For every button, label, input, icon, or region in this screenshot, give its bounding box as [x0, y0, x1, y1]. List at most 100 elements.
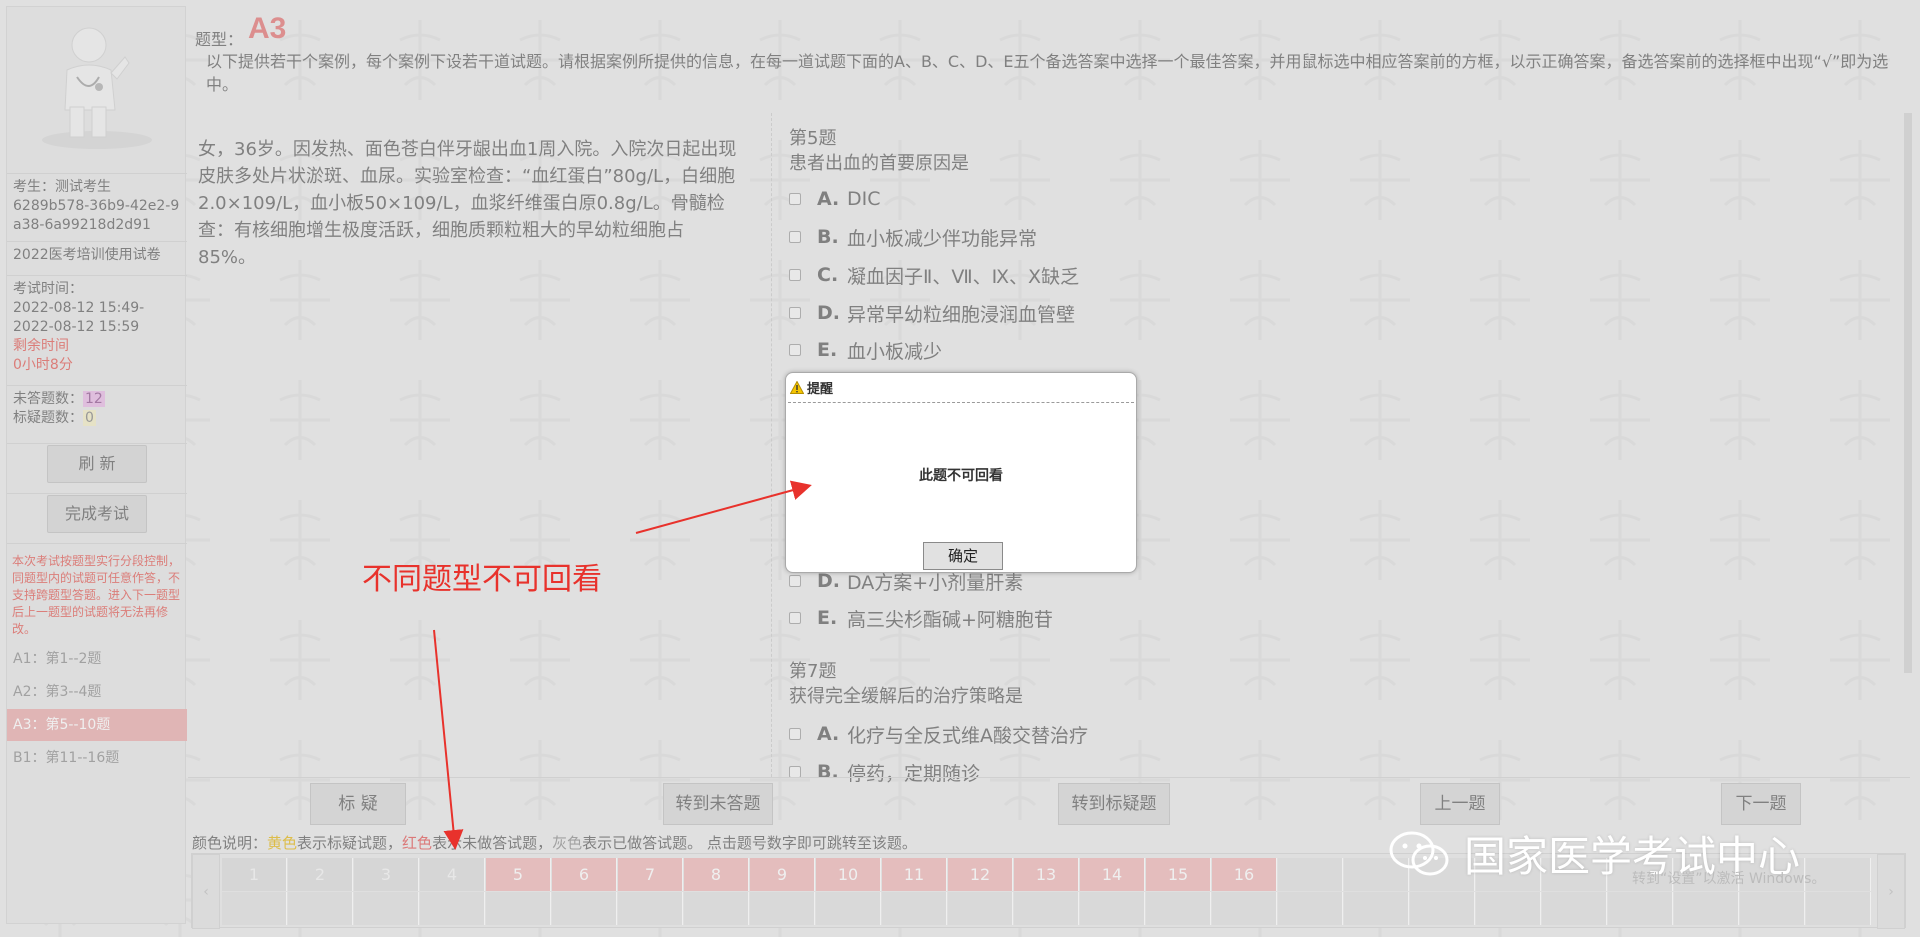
question-number-cell-empty: [1740, 892, 1805, 925]
question-number-cell-empty: [816, 892, 881, 925]
question-number-cell-empty: [1542, 892, 1607, 925]
flag-button[interactable]: 标 疑: [310, 783, 406, 825]
question-number-cell[interactable]: 7: [618, 858, 683, 891]
prev-question-button[interactable]: 上一题: [1420, 783, 1500, 825]
divider: [7, 493, 187, 494]
question-number-cell[interactable]: 10: [816, 858, 881, 891]
option-letter: E.: [817, 607, 838, 629]
question-number-cell[interactable]: 4: [420, 858, 485, 891]
unanswered-label: 未答题数：: [13, 391, 83, 407]
checkbox[interactable]: [789, 193, 801, 205]
option-text: 化疗与全反式维A酸交替治疗: [847, 724, 1088, 747]
question-number-cell[interactable]: 11: [882, 858, 947, 891]
question-number-cell[interactable]: 15: [1146, 858, 1211, 891]
question-number-cell[interactable]: 2: [288, 858, 353, 891]
q7-option-a[interactable]: A. 化疗与全反式维A酸交替治疗: [789, 721, 1088, 747]
wechat-icon: [1389, 831, 1449, 875]
next-question-button[interactable]: 下一题: [1721, 783, 1801, 825]
goto-unanswered-button[interactable]: 转到未答题: [663, 783, 773, 825]
case-text: 女，36岁。因发热、面色苍白伴牙龈出血1周入院。入院次日起出现皮肤多处片状淤斑、…: [198, 139, 737, 268]
question-number-cell[interactable]: 5: [486, 858, 551, 891]
dialog-title-divider: [788, 402, 1134, 403]
question-number-cell[interactable]: 13: [1014, 858, 1079, 891]
question-number-cell-empty: [1146, 892, 1211, 925]
legend-yellow: 黄色: [267, 834, 298, 852]
remaining-value: 0小时8分: [13, 357, 73, 373]
q5-option-c[interactable]: C. 凝血因子Ⅱ、Ⅶ、Ⅸ、Ⅹ缺乏: [789, 262, 1079, 288]
unanswered-count: 12: [83, 391, 105, 407]
color-legend: 颜色说明：黄色表示标疑试题，红色表示未做答试题，灰色表示已做答试题。 点击题号数…: [192, 832, 917, 853]
checkbox[interactable]: [789, 307, 801, 319]
legend-prefix: 颜色说明：: [192, 834, 268, 852]
question-7-stem: 获得完全缓解后的治疗策略是: [789, 686, 1023, 707]
divider: [7, 443, 187, 444]
option-text: 异常早幼粒细胞浸润血管壁: [847, 303, 1076, 326]
warning-icon: [790, 381, 804, 394]
question-number-cell[interactable]: 3: [354, 858, 419, 891]
dialog-title-text: 提醒: [807, 382, 834, 397]
question-number-cell[interactable]: 6: [552, 858, 617, 891]
question-number-cell[interactable]: 16: [1212, 858, 1277, 891]
question-number-cell[interactable]: 1: [222, 858, 287, 891]
q6-option-e[interactable]: E. 高三尖杉酯碱+阿糖胞苷: [789, 605, 1053, 631]
question-number-cell-empty: [288, 892, 353, 925]
checkbox[interactable]: [789, 269, 801, 281]
question-number-cell[interactable]: 12: [948, 858, 1013, 891]
grid-next-arrow[interactable]: ›: [1877, 854, 1905, 929]
checkbox[interactable]: [789, 575, 801, 587]
question-number-cell-empty: [1674, 892, 1739, 925]
grid-prev-arrow[interactable]: ‹: [192, 854, 220, 929]
option-letter: B.: [817, 761, 839, 783]
examinee-id: 6289b578-36b9-42e2-9a38-6a99218d2d91: [13, 198, 180, 233]
option-letter: A.: [817, 723, 840, 745]
question-number-cell-empty: [750, 892, 815, 925]
content-divider: [771, 113, 772, 777]
question-number-cell-empty: [354, 892, 419, 925]
question-number-cell-empty: [684, 892, 749, 925]
q5-option-a[interactable]: A. DIC: [789, 186, 881, 212]
refresh-button[interactable]: 刷 新: [47, 445, 147, 483]
alert-dialog: 提醒 此题不可回看 确定: [785, 372, 1137, 573]
question-number-cell-empty: [882, 892, 947, 925]
question-number-cell-empty: [1344, 892, 1409, 925]
section-a1[interactable]: A1：第1--2题: [7, 643, 187, 675]
sidebar: 考生：测试考生 6289b578-36b9-42e2-9a38-6a99218d…: [6, 6, 187, 924]
question-number-cell[interactable]: 8: [684, 858, 749, 891]
section-a2[interactable]: A2：第3--4题: [7, 676, 187, 708]
option-letter: E.: [817, 339, 838, 361]
checkbox[interactable]: [789, 344, 801, 356]
q5-option-b[interactable]: B. 血小板减少伴功能异常: [789, 224, 1037, 250]
exam-start: 2022-08-12 15:49-: [13, 300, 145, 316]
exam-time: 考试时间： 2022-08-12 15:49- 2022-08-12 15:59…: [7, 275, 187, 384]
divider: [7, 543, 187, 544]
question-number-cell-empty: [486, 892, 551, 925]
question-number-cell-empty: [222, 892, 287, 925]
option-text: 停药，定期随诊: [847, 762, 981, 785]
question-number-cell-empty: [948, 892, 1013, 925]
dialog-ok-button[interactable]: 确定: [923, 542, 1003, 570]
remaining-label: 剩余时间: [13, 338, 69, 354]
finish-exam-button[interactable]: 完成考试: [47, 495, 147, 533]
checkbox[interactable]: [789, 231, 801, 243]
question-5-title: 第5题: [789, 128, 837, 149]
question-number-cell[interactable]: 14: [1080, 858, 1145, 891]
q5-option-d[interactable]: D. 异常早幼粒细胞浸润血管壁: [789, 300, 1075, 326]
question-number-cell[interactable]: 9: [750, 858, 815, 891]
q5-option-e[interactable]: E. 血小板减少: [789, 337, 942, 363]
option-text: 血小板减少伴功能异常: [847, 227, 1038, 250]
instructions: 以下提供若干个案例，每个案例下设若干道试题。请根据案例所提供的信息，在每一道试题…: [206, 52, 1889, 94]
dialog-title: 提醒: [790, 378, 833, 397]
q7-option-b[interactable]: B. 停药，定期随诊: [789, 759, 980, 785]
scrollbar[interactable]: [1904, 113, 1912, 673]
option-letter: C.: [817, 264, 839, 286]
section-b1[interactable]: B1：第11--16题: [7, 742, 187, 774]
section-a3[interactable]: A3：第5--10题: [7, 709, 187, 741]
legend-yellow-desc: 表示标疑试题，: [297, 834, 403, 852]
checkbox[interactable]: [789, 612, 801, 624]
question-5-stem: 患者出血的首要原因是: [789, 153, 969, 174]
question-number-cell-empty: [1212, 892, 1277, 925]
exam-time-label: 考试时间：: [13, 281, 83, 297]
checkbox[interactable]: [789, 728, 801, 740]
button-bar-divider: [188, 777, 1910, 778]
goto-flagged-button[interactable]: 转到标疑题: [1058, 783, 1170, 825]
